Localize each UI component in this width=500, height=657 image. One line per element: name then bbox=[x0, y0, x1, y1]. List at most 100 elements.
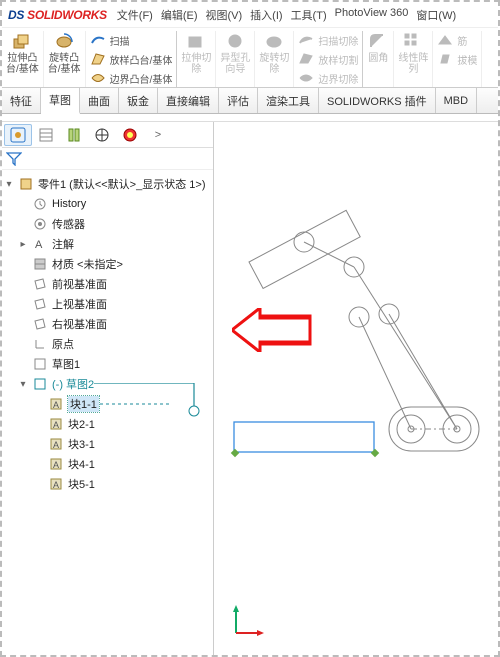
cut-sweep-icon bbox=[298, 32, 314, 48]
logo-ds: DS bbox=[8, 8, 24, 22]
cmd-linear-pattern: 线性阵 列 bbox=[394, 31, 433, 87]
block5-label: 块5-1 bbox=[68, 476, 95, 492]
right-label: 右视基准面 bbox=[52, 316, 107, 332]
command-tabs: 特征 草图 曲面 钣金 直接编辑 评估 渲染工具 SOLIDWORKS 插件 M… bbox=[2, 88, 498, 114]
cmd-loft[interactable]: 放样凸台/基体 bbox=[90, 50, 173, 68]
tab-sketch[interactable]: 草图 bbox=[41, 88, 80, 114]
svg-text:A: A bbox=[35, 239, 43, 251]
logo-sw: SOLIDWORKS bbox=[24, 8, 107, 22]
fillet-label: 圆角 bbox=[368, 53, 388, 64]
fm-tab-more[interactable]: > bbox=[144, 124, 172, 146]
tree-block3[interactable]: A块3-1 bbox=[2, 434, 211, 454]
cmd-sweep-group: 扫描 放样凸台/基体 边界凸台/基体 bbox=[86, 31, 178, 87]
cut-revolve-label: 旋转切 除 bbox=[259, 53, 289, 75]
collapse-toggle[interactable]: ▾ bbox=[4, 179, 14, 190]
tree-block4[interactable]: A块4-1 bbox=[2, 454, 211, 474]
main-menu: 文件(F) 编辑(E) 视图(V) 插入(I) 工具(T) PhotoView … bbox=[117, 7, 456, 23]
cut-boundary-icon bbox=[298, 70, 314, 86]
cut-revolve-icon bbox=[263, 31, 285, 51]
tree-origin[interactable]: 原点 bbox=[2, 334, 211, 354]
menu-view[interactable]: 视图(V) bbox=[206, 7, 243, 23]
fm-tab-display[interactable] bbox=[116, 124, 144, 146]
fillet-icon bbox=[367, 31, 389, 51]
cmd-rib-group: 筋 拔模 bbox=[433, 31, 482, 87]
tab-sheetmetal[interactable]: 钣金 bbox=[119, 88, 158, 113]
menu-tools[interactable]: 工具(T) bbox=[291, 7, 327, 23]
graphics-viewport[interactable] bbox=[214, 122, 498, 655]
tree-sensors[interactable]: 传感器 bbox=[2, 214, 211, 234]
cmd-sweep[interactable]: 扫描 bbox=[90, 31, 173, 49]
sensor-icon bbox=[32, 216, 48, 232]
cmd-revolve-boss[interactable]: 旋转凸 台/基体 bbox=[44, 31, 86, 87]
sketch-icon bbox=[32, 356, 48, 372]
tab-addins[interactable]: SOLIDWORKS 插件 bbox=[319, 88, 436, 113]
cmd-cut-revolve: 旋转切 除 bbox=[255, 31, 294, 87]
svg-text:A: A bbox=[53, 440, 59, 450]
lpattern-label: 线性阵 列 bbox=[398, 53, 428, 75]
history-label: History bbox=[52, 198, 86, 210]
tab-mbd[interactable]: MBD bbox=[436, 88, 477, 113]
fm-tab-property[interactable] bbox=[32, 124, 60, 146]
annotations-label: 注解 bbox=[52, 236, 74, 252]
block-icon: A bbox=[48, 476, 64, 492]
tab-feature[interactable]: 特征 bbox=[2, 88, 41, 113]
loft-icon bbox=[90, 51, 106, 67]
sweep-icon bbox=[90, 32, 106, 48]
menu-photoview[interactable]: PhotoView 360 bbox=[335, 7, 409, 23]
rib-icon bbox=[437, 32, 453, 48]
svg-text:A: A bbox=[53, 420, 59, 430]
cmd-cut-sweep: 扫描切除 bbox=[298, 31, 358, 49]
collapse-toggle[interactable]: ▾ bbox=[18, 379, 28, 390]
sketch-icon bbox=[32, 376, 48, 392]
menu-window[interactable]: 窗口(W) bbox=[416, 7, 456, 23]
tab-evaluate[interactable]: 评估 bbox=[219, 88, 258, 113]
material-label: 材质 <未指定> bbox=[52, 256, 123, 272]
block-icon: A bbox=[48, 436, 64, 452]
cmd-boundary[interactable]: 边界凸台/基体 bbox=[90, 69, 173, 87]
part-icon bbox=[18, 176, 34, 192]
cmd-extrude-boss[interactable]: 拉伸凸 台/基体 bbox=[2, 31, 44, 87]
funnel-icon[interactable] bbox=[6, 152, 22, 166]
plane-icon bbox=[32, 296, 48, 312]
ribbon: 拉伸凸 台/基体 旋转凸 台/基体 扫描 放样凸台/基体 边界凸台/基体 拉伸切… bbox=[2, 28, 498, 88]
hole-icon bbox=[224, 31, 246, 51]
tree-block1[interactable]: A块1-1 bbox=[2, 394, 211, 414]
fm-tab-config[interactable] bbox=[60, 124, 88, 146]
menu-edit[interactable]: 编辑(E) bbox=[161, 7, 198, 23]
fm-tab-tree[interactable] bbox=[4, 124, 32, 146]
cmd-cut-sweep-group: 扫描切除 放样切割 边界切除 bbox=[294, 31, 363, 87]
tree-front-plane[interactable]: 前视基准面 bbox=[2, 274, 211, 294]
tree-block5[interactable]: A 块5-1 bbox=[2, 474, 211, 494]
tree-top-plane[interactable]: 上视基准面 bbox=[2, 294, 211, 314]
cmd-fillet: 圆角 bbox=[363, 31, 394, 87]
tree-history[interactable]: History bbox=[2, 194, 211, 214]
cut-extrude-icon bbox=[185, 31, 207, 51]
feature-tree[interactable]: ▾ 零件1 (默认<<默认>_显示状态 1>) History 传感器 ▸ A 注解… bbox=[2, 170, 213, 655]
svg-text:A: A bbox=[53, 400, 59, 410]
tree-sketch2[interactable]: ▾(-) 草图2 bbox=[2, 374, 211, 394]
cut-boundary-label: 边界切除 bbox=[318, 71, 358, 86]
cmd-cut-extrude: 拉伸切 除 bbox=[177, 31, 216, 87]
menu-insert[interactable]: 插入(I) bbox=[250, 7, 282, 23]
sketch-geometry bbox=[214, 202, 494, 502]
tree-block2[interactable]: A块2-1 bbox=[2, 414, 211, 434]
tab-render[interactable]: 渲染工具 bbox=[258, 88, 319, 113]
tab-surface[interactable]: 曲面 bbox=[80, 88, 119, 113]
tree-sketch1[interactable]: 草图1 bbox=[2, 354, 211, 374]
fm-tab-dimxpert[interactable] bbox=[88, 124, 116, 146]
workspace-split: > ▾ 零件1 (默认<<默认>_显示状态 1>) History 传感器 ▸ A… bbox=[2, 122, 498, 655]
menu-file[interactable]: 文件(F) bbox=[117, 7, 153, 23]
tree-root[interactable]: ▾ 零件1 (默认<<默认>_显示状态 1>) bbox=[2, 174, 211, 194]
tree-root-label: 零件1 (默认<<默认>_显示状态 1>) bbox=[38, 176, 206, 192]
tree-right-plane[interactable]: 右视基准面 bbox=[2, 314, 211, 334]
tree-annotations[interactable]: ▸ A 注解 bbox=[2, 234, 211, 254]
sweep-label: 扫描 bbox=[110, 33, 130, 48]
extrude-icon bbox=[11, 31, 33, 51]
cut-loft-label: 放样切割 bbox=[318, 52, 358, 67]
expand-toggle[interactable]: ▸ bbox=[18, 239, 28, 250]
tree-material[interactable]: 材质 <未指定> bbox=[2, 254, 211, 274]
tab-direct-edit[interactable]: 直接编辑 bbox=[158, 88, 219, 113]
cmd-hole-wizard: 异型孔 向导 bbox=[216, 31, 255, 87]
svg-text:A: A bbox=[53, 460, 59, 470]
svg-text:A: A bbox=[53, 480, 59, 490]
